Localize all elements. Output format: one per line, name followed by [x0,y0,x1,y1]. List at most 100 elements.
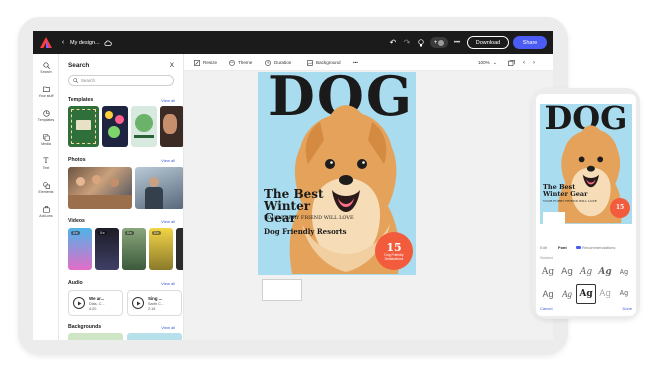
theme-icon [229,59,235,66]
font-sample: Ag [542,289,554,299]
cover-badge[interactable]: 15 Dog Friendly Destinations [375,232,413,270]
text-icon: T [43,157,49,165]
font-option[interactable]: Ag [538,262,558,282]
undo-icon[interactable]: ↶ [388,37,398,48]
more-options-icon[interactable]: ••• [452,37,462,48]
video-thumbnail[interactable]: 0:x [149,228,173,270]
tab-edit[interactable]: Edit [540,245,547,250]
audio-card[interactable]: Sing ... Sarth C... 2:15 [127,290,182,316]
rail-label: Your stuff [38,94,54,98]
phone-barcode [543,212,565,224]
tab-recommendations[interactable]: Recommendations [576,245,615,250]
view-all-audio-link[interactable]: View all [161,281,175,286]
duration-button[interactable]: Duration [265,54,291,71]
font-sample: Ag [598,267,612,277]
close-icon[interactable]: X [170,62,174,69]
font-option[interactable]: Ag [614,262,634,282]
template-thumbnail[interactable] [68,106,99,147]
search-input[interactable]: Search [68,75,174,86]
font-sample: Ag [562,289,572,299]
view-all-templates-link[interactable]: View all [161,98,175,103]
search-icon [42,61,50,69]
download-button[interactable]: Download [467,36,509,49]
view-all-videos-link[interactable]: View all [161,219,175,224]
play-icon[interactable] [132,297,144,309]
rail-label: Media [41,142,51,146]
folder-icon [42,85,50,93]
lightbulb-icon[interactable] [416,37,426,48]
font-option[interactable]: Ag [614,284,634,304]
video-thumbnail[interactable]: 0:x [122,228,146,270]
rail-item-media[interactable]: Media [33,133,59,157]
audio-artist: Dias, C... [89,302,105,306]
font-option[interactable]: Ag [576,262,596,282]
play-icon[interactable] [73,297,85,309]
rail-item-text[interactable]: T Text [33,157,59,181]
avatar [438,39,445,46]
plus-icon: + [433,39,438,46]
prev-page-icon[interactable]: ‹ [523,54,525,71]
rail-item-search[interactable]: Search [33,61,59,85]
add-collaborator-button[interactable]: + [430,37,448,48]
font-option-selected[interactable]: Ag [576,284,596,304]
font-sample: Ag [599,289,611,299]
pages-icon[interactable] [508,54,515,71]
rail-item-addons[interactable]: Add-ons [33,205,59,229]
font-option[interactable]: Ag [557,284,577,304]
phone-cover-preview[interactable]: DOG The Best Winter Gear YOUR FURRY FRIE… [540,104,632,224]
back-chevron-icon[interactable]: ‹ [60,38,66,47]
video-duration: 0:x [71,231,80,235]
font-option[interactable]: Ag [595,262,615,282]
font-sample: Ag [561,267,573,277]
template-thumbnail[interactable] [102,106,128,147]
search-panel: Search X Search Templates View all Photo… [59,54,184,340]
cover-subline[interactable]: YOUR FURRY FRIEND WILL LOVE [264,215,384,221]
section-title-videos: Videos [68,218,85,224]
font-option[interactable]: Ag [557,262,577,282]
zoom-select[interactable]: 100% ⌄ [478,54,497,71]
recommendations-icon [576,246,581,249]
share-button[interactable]: Share [513,36,547,49]
background-thumbnail[interactable] [68,333,123,340]
theme-button[interactable]: Theme [229,54,252,71]
rail-item-templates[interactable]: Templates [33,109,59,133]
background-thumbnail[interactable] [127,333,182,340]
background-button[interactable]: Background [307,54,341,71]
video-thumbnail[interactable]: 0:x [95,228,119,270]
audio-card[interactable]: We ar... Dias, C... 4:20 [68,290,123,316]
video-duration: 0:x [98,231,107,235]
tab-font[interactable]: Font [558,245,567,250]
video-thumbnail[interactable] [176,228,183,270]
resize-button[interactable]: Resize [194,54,217,71]
document-title[interactable]: My design... [70,38,100,47]
section-title-photos: Photos [68,157,86,163]
toolbar-more-icon[interactable]: ••• [353,54,358,71]
photo-thumbnail[interactable] [68,167,132,209]
rail-item-your-stuff[interactable]: Your stuff [33,85,59,109]
rail-label: Search [40,70,52,74]
rail-label: Text [42,166,50,170]
font-option[interactable]: Ag [595,284,615,304]
view-all-backgrounds-link[interactable]: View all [161,325,175,330]
photo-thumbnail[interactable] [135,167,183,209]
rail-item-elements[interactable]: Elements [33,181,59,205]
zoom-label: 100% [478,60,490,65]
rail-label: Add-ons [39,214,53,218]
video-thumbnail[interactable]: 0:x [68,228,92,270]
font-sample: Ag [619,290,629,298]
template-thumbnail[interactable] [160,106,183,147]
phone-badge-number: 15 [615,204,625,211]
view-all-photos-link[interactable]: View all [161,158,175,163]
font-option[interactable]: Ag [538,284,558,304]
adobe-express-logo[interactable] [40,37,52,48]
template-thumbnail[interactable] [131,106,157,147]
media-icon [42,133,50,141]
phone-cancel-button[interactable]: Cancel [540,306,552,311]
magazine-cover[interactable]: DOG The Best Winter Gear YOUR FURRY FRIE… [258,72,416,275]
cover-resorts-text[interactable]: Dog Friendly Resorts [264,227,347,236]
redo-icon[interactable]: ↷ [402,37,412,48]
elements-icon [42,181,50,189]
phone-done-button[interactable]: Done [622,306,632,311]
cover-barcode-area [262,279,302,301]
next-page-icon[interactable]: › [533,54,535,71]
